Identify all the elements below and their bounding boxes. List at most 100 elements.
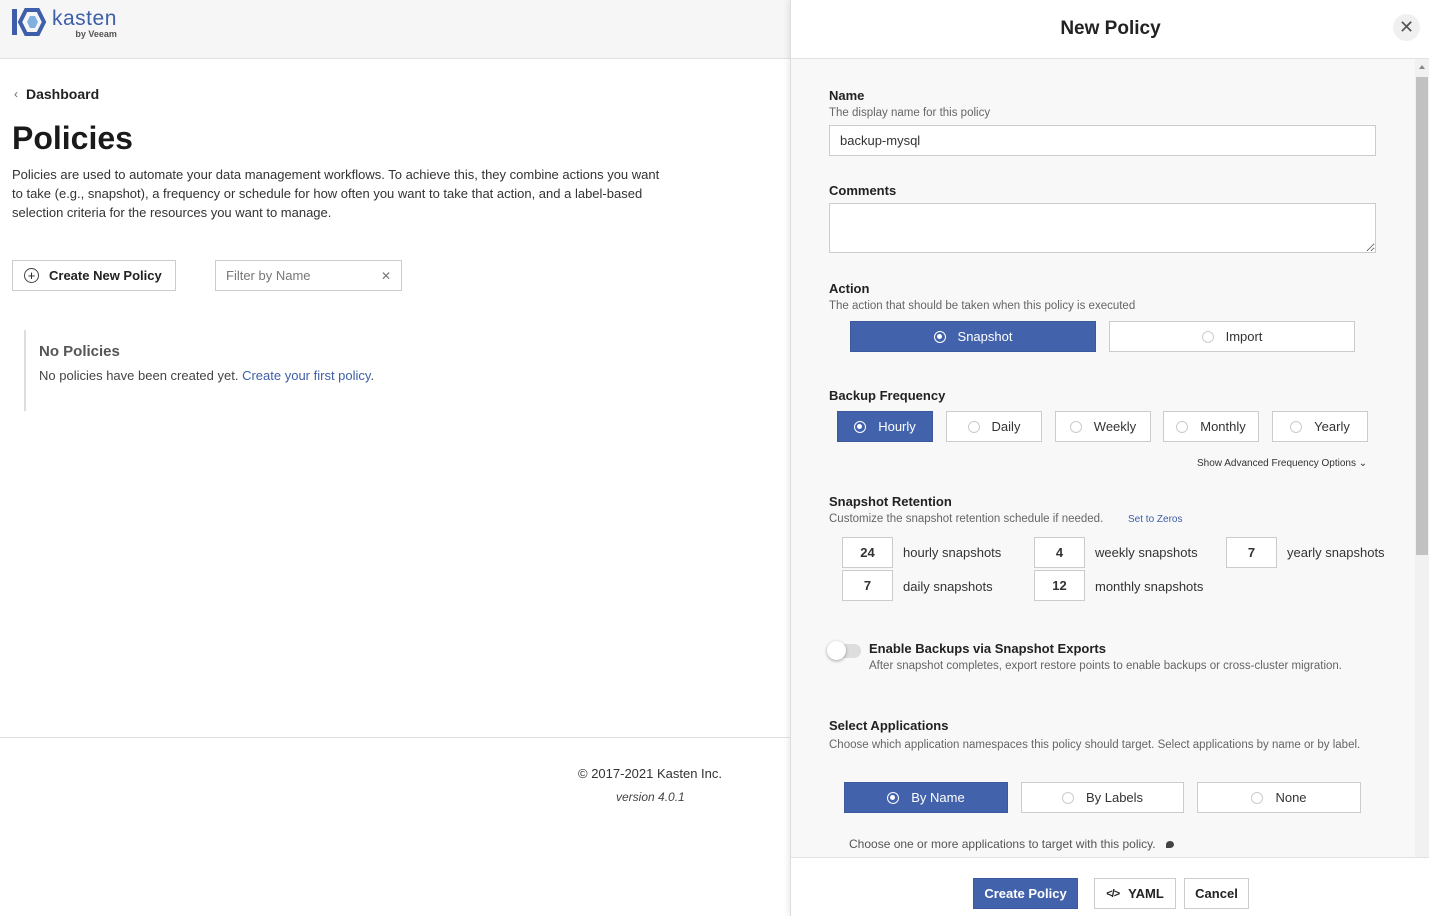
radio-selected-icon <box>854 420 867 433</box>
clear-icon[interactable]: ✕ <box>381 269 391 283</box>
create-new-policy-button[interactable]: + Create New Policy <box>12 260 176 291</box>
monthly-snapshots-input[interactable]: 12 <box>1034 570 1085 601</box>
weekly-snapshots-label: weekly snapshots <box>1095 545 1198 560</box>
applications-help: Choose which application namespaces this… <box>829 739 1361 751</box>
frequency-label: Backup Frequency <box>829 388 946 403</box>
applications-option-none[interactable]: None <box>1197 782 1361 813</box>
scroll-up-icon[interactable] <box>1419 65 1425 69</box>
filter-input[interactable] <box>226 268 376 283</box>
name-help: The display name for this policy <box>829 107 991 119</box>
weekly-snapshots-input[interactable]: 4 <box>1034 537 1085 568</box>
hourly-snapshots-label: hourly snapshots <box>903 545 1002 560</box>
name-input[interactable] <box>829 125 1376 156</box>
filter-by-name: ✕ <box>215 260 402 291</box>
drawer-title: New Policy <box>1060 18 1161 39</box>
empty-heading: No Policies <box>39 343 120 360</box>
create-new-policy-label: Create New Policy <box>49 268 162 283</box>
exports-toggle[interactable] <box>827 641 861 660</box>
drawer-scrollbar[interactable] <box>1415 59 1429 857</box>
advanced-frequency-link[interactable]: Show Advanced Frequency Options ⌄ <box>1197 458 1367 469</box>
radio-icon <box>1251 791 1264 804</box>
yearly-snapshots-input[interactable]: 7 <box>1226 537 1277 568</box>
drawer-body: Name The display name for this policy Co… <box>791 59 1416 857</box>
applications-option-label: By Name <box>911 790 965 805</box>
drawer-header: New Policy ✕ <box>791 0 1429 59</box>
scrollbar-thumb[interactable] <box>1416 77 1428 555</box>
frequency-option-monthly[interactable]: Monthly <box>1163 411 1259 442</box>
kasten-logo-icon <box>12 8 46 36</box>
empty-text: No policies have been created yet. <box>39 368 243 383</box>
kasten-logo[interactable]: kasten by Veeam <box>12 8 117 39</box>
footer-divider <box>0 737 790 738</box>
create-first-policy-link[interactable]: Create your first policy <box>242 368 370 383</box>
retention-label: Snapshot Retention <box>829 494 952 509</box>
frequency-option-daily[interactable]: Daily <box>946 411 1042 442</box>
radio-icon <box>1290 420 1303 433</box>
applications-label: Select Applications <box>829 718 949 733</box>
applications-hint-text: Choose one or more applications to targe… <box>849 837 1156 851</box>
radio-selected-icon <box>887 791 900 804</box>
breadcrumb-label: Dashboard <box>26 86 100 102</box>
comments-label: Comments <box>829 183 897 198</box>
yaml-label: YAML <box>1128 886 1164 901</box>
brand-name: kasten <box>52 7 117 30</box>
monthly-snapshots-label: monthly snapshots <box>1095 579 1204 594</box>
frequency-option-weekly[interactable]: Weekly <box>1055 411 1151 442</box>
action-help: The action that should be taken when thi… <box>829 300 1136 312</box>
frequency-option-label: Weekly <box>1093 419 1137 434</box>
copyright: © 2017-2021 Kasten Inc. <box>578 766 723 781</box>
radio-icon <box>1201 330 1214 343</box>
advanced-frequency-label: Show Advanced Frequency Options <box>1197 458 1356 469</box>
drawer-footer: Create Policy </> YAML Cancel <box>791 857 1429 916</box>
exports-label: Enable Backups via Snapshot Exports <box>869 641 1106 656</box>
exports-help: After snapshot completes, export restore… <box>869 660 1343 672</box>
empty-suffix: . <box>370 368 375 383</box>
frequency-option-label: Daily <box>991 419 1021 434</box>
new-policy-drawer: New Policy ✕ Name The display name for t… <box>790 0 1429 916</box>
page-title: Policies <box>12 120 133 156</box>
action-option-import[interactable]: Import <box>1109 321 1355 352</box>
daily-snapshots-input[interactable]: 7 <box>842 570 893 601</box>
policies-page: kasten by Veeam ‹ Dashboard Policies Pol… <box>0 0 790 916</box>
radio-selected-icon <box>933 330 946 343</box>
retention-help: Customize the snapshot retention schedul… <box>829 513 1104 525</box>
applications-option-label: None <box>1275 790 1307 805</box>
name-label: Name <box>829 88 865 103</box>
comments-textarea[interactable] <box>829 203 1376 253</box>
frequency-option-label: Yearly <box>1314 419 1350 434</box>
applications-option-label: By Labels <box>1085 790 1144 805</box>
create-policy-button[interactable]: Create Policy <box>973 878 1078 909</box>
radio-icon <box>1069 420 1082 433</box>
close-icon: ✕ <box>1398 17 1415 37</box>
applications-option-by-labels[interactable]: By Labels <box>1021 782 1184 813</box>
action-option-snapshot[interactable]: Snapshot <box>850 321 1096 352</box>
action-option-label: Import <box>1225 329 1263 344</box>
top-bar: kasten by Veeam <box>0 0 790 59</box>
applications-option-by-name[interactable]: By Name <box>844 782 1008 813</box>
hourly-snapshots-input[interactable]: 24 <box>842 537 893 568</box>
version: version 4.0.1 <box>616 790 685 804</box>
yearly-snapshots-label: yearly snapshots <box>1287 545 1385 560</box>
info-bubble-icon[interactable] <box>1165 841 1174 849</box>
close-button[interactable]: ✕ <box>1393 14 1420 41</box>
chevron-left-icon: ‹ <box>14 87 18 101</box>
chevron-down-icon: ⌄ <box>1358 458 1368 469</box>
frequency-option-yearly[interactable]: Yearly <box>1272 411 1368 442</box>
code-icon: </> <box>1106 887 1120 900</box>
set-to-zeros-link[interactable]: Set to Zeros <box>1128 514 1182 525</box>
frequency-option-hourly[interactable]: Hourly <box>837 411 933 442</box>
frequency-option-label: Hourly <box>878 419 916 434</box>
yaml-button[interactable]: </> YAML <box>1094 878 1176 909</box>
cancel-button[interactable]: Cancel <box>1184 878 1249 909</box>
daily-snapshots-label: daily snapshots <box>903 579 993 594</box>
breadcrumb-dashboard[interactable]: ‹ Dashboard <box>14 86 99 102</box>
toggle-knob <box>827 641 846 660</box>
plus-circle-icon: + <box>24 268 39 283</box>
frequency-option-label: Monthly <box>1200 419 1246 434</box>
empty-state: No Policies No policies have been create… <box>24 330 374 411</box>
radio-icon <box>967 420 980 433</box>
page-description: Policies are used to automate your data … <box>12 167 660 220</box>
brand-by: by Veeam <box>75 29 117 39</box>
action-label: Action <box>829 281 870 296</box>
applications-hint: Choose one or more applications to targe… <box>849 837 1174 851</box>
